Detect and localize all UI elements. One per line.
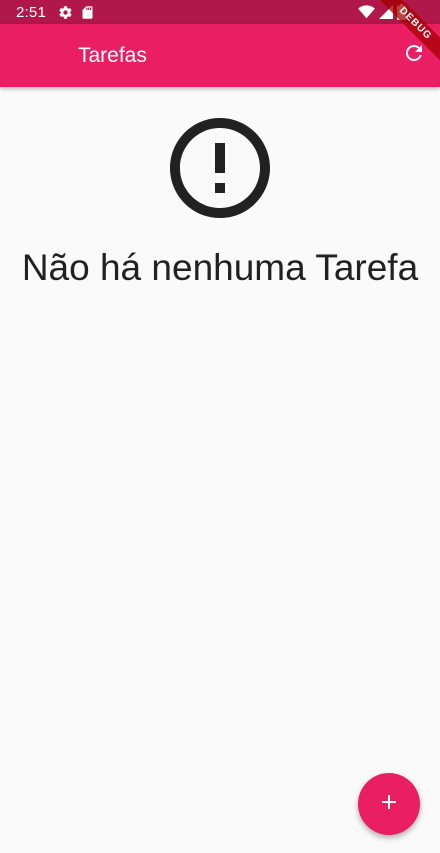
signal-icon (379, 5, 393, 19)
status-left-icons (58, 5, 94, 20)
refresh-button[interactable] (394, 36, 434, 76)
refresh-icon (402, 41, 426, 70)
app-bar: Tarefas (0, 24, 440, 87)
battery-icon (397, 4, 406, 20)
status-right-icons (358, 4, 406, 20)
empty-message: Não há nenhuma Tarefa (21, 247, 419, 288)
gear-icon (58, 5, 73, 20)
sd-card-icon (81, 5, 94, 20)
app-title: Tarefas (78, 43, 147, 67)
add-icon (377, 790, 401, 819)
app-screen: 2:51 Tarefas DEBUG Não há nenhuma Tarefa (0, 0, 440, 853)
status-bar: 2:51 (0, 0, 440, 24)
error-outline-icon (160, 108, 280, 233)
wifi-icon (358, 5, 375, 19)
add-task-button[interactable] (358, 773, 420, 835)
status-time: 2:51 (16, 3, 46, 21)
empty-state: Não há nenhuma Tarefa (0, 108, 440, 289)
